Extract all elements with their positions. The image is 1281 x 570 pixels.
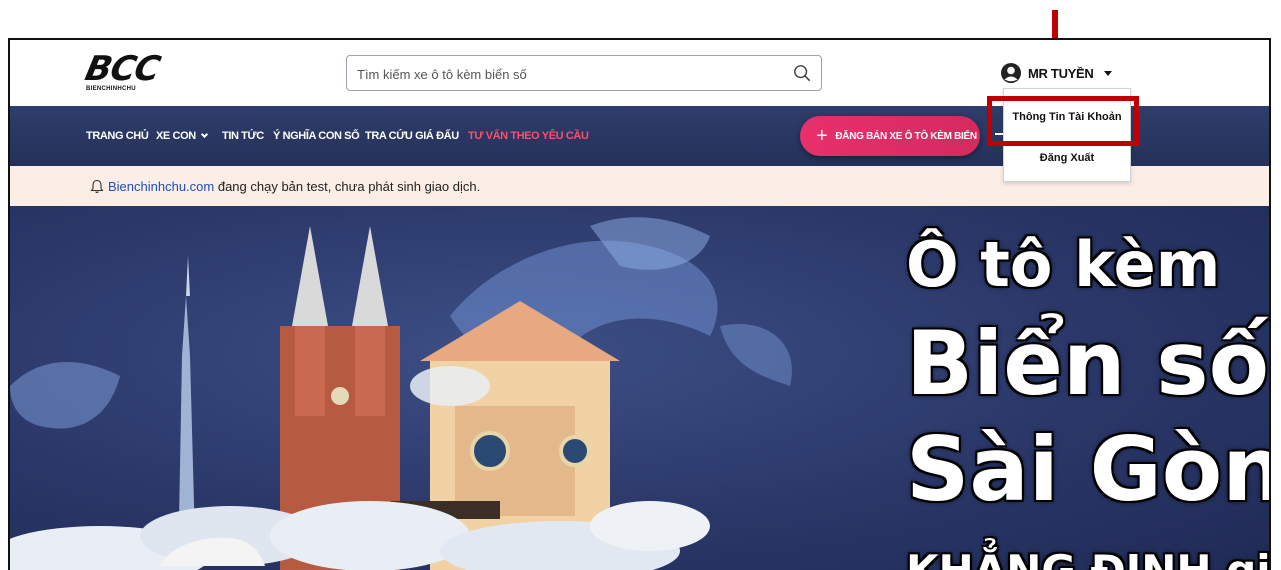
user-menu-toggle[interactable]: MR TUYỀN	[1000, 60, 1112, 86]
site-logo[interactable]: BCC BIENCHINHCHU	[81, 49, 166, 94]
nav-item-news[interactable]: TIN TỨC	[222, 130, 264, 142]
logo-mark: BCC	[81, 49, 164, 89]
nav-item-consult[interactable]: TƯ VẤN THEO YÊU CẦU	[468, 130, 589, 142]
nav-item-auction-lookup[interactable]: TRA CỨU GIÁ ĐẤU	[365, 130, 459, 142]
browser-page: BCC BIENCHINHCHU MR TUYỀN TRANG CHỦ XE C…	[8, 38, 1271, 570]
notice-message: đang chạy bản test, chưa phát sinh giao …	[214, 179, 481, 194]
annotation-highlight-box	[987, 96, 1139, 146]
hero-banner: Ô tô kèm Biển số Sài Gòn KHẲNG ĐỊNH giá …	[10, 206, 1269, 570]
search-icon[interactable]	[793, 64, 811, 82]
search-input[interactable]	[357, 64, 777, 84]
notice-text: Bienchinhchu.com đang chạy bản test, chư…	[108, 179, 480, 194]
nav-item-number-meaning[interactable]: Ý NGHĨA CON SỐ	[273, 130, 360, 142]
nav-item-xe-con-label: XE CON	[156, 130, 196, 142]
post-car-button[interactable]: + ĐĂNG BÁN XE Ô TÔ KÈM BIỂN	[800, 116, 980, 156]
chevron-down-icon	[1103, 70, 1112, 76]
search-box	[346, 55, 822, 91]
hero-heading-line-3: Sài Gòn	[906, 418, 1269, 521]
nav-item-xe-con[interactable]: XE CON	[156, 130, 208, 142]
hero-heading-line-1: Ô tô kèm	[906, 228, 1221, 301]
notice-site-link[interactable]: Bienchinhchu.com	[108, 179, 214, 194]
nav-item-home[interactable]: TRANG CHỦ	[86, 130, 149, 142]
user-icon	[1001, 63, 1021, 83]
chevron-down-icon	[200, 130, 208, 139]
hero-heading-line-4: KHẲNG ĐỊNH giá trị	[906, 546, 1269, 570]
plus-icon: +	[816, 125, 828, 147]
user-name: MR TUYỀN	[1028, 65, 1094, 81]
hero-heading-line-2: Biển số	[906, 312, 1269, 415]
post-car-button-label: ĐĂNG BÁN XE Ô TÔ KÈM BIỂN	[835, 130, 977, 142]
menu-item-logout[interactable]: Đăng Xuất	[1004, 152, 1130, 164]
bell-icon	[90, 179, 104, 194]
